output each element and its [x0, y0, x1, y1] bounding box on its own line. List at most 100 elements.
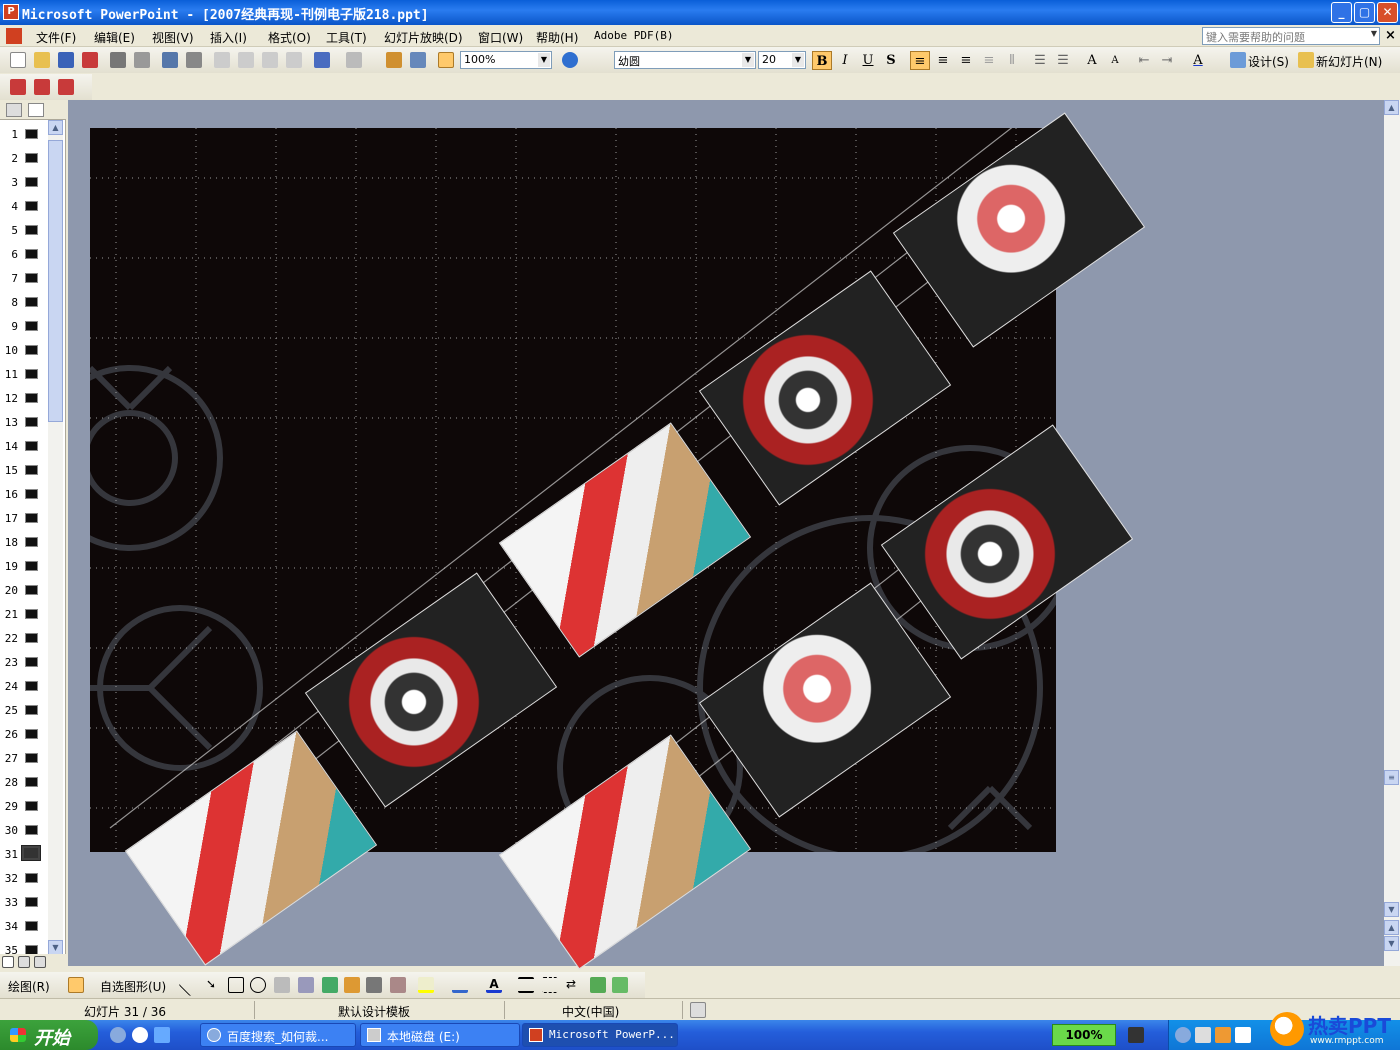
slide-thumbnail[interactable] — [25, 417, 38, 427]
font-color-icon[interactable]: A — [486, 977, 502, 993]
line-color-icon[interactable] — [452, 977, 468, 993]
save-icon[interactable] — [58, 52, 74, 68]
bullets-icon[interactable]: ☰ — [1053, 51, 1073, 70]
help-search-input[interactable]: 键入需要帮助的问题 ▼ — [1202, 27, 1380, 45]
distribute-icon[interactable]: ⦀ — [1002, 51, 1022, 70]
new-file-icon[interactable] — [10, 52, 26, 68]
open-folder-icon[interactable] — [34, 52, 50, 68]
zoom-select[interactable]: 100% ▼ — [460, 51, 552, 69]
draw-menu-button[interactable]: 绘图(R) — [8, 978, 50, 995]
taskbar-item-browser[interactable]: 百度搜索_如何裁... — [200, 1023, 356, 1047]
cut-icon[interactable] — [214, 52, 230, 68]
taskbar-item-powerpoint[interactable]: Microsoft PowerP... — [522, 1023, 678, 1047]
slide-thumbnail[interactable] — [25, 705, 38, 715]
help-icon[interactable] — [562, 52, 578, 68]
slide-thumbnail[interactable] — [21, 845, 41, 861]
slide-thumbnail[interactable] — [25, 393, 38, 403]
slide-thumbnail[interactable] — [25, 825, 38, 835]
document-close-button[interactable]: × — [1385, 28, 1396, 43]
slide-thumbnail[interactable] — [25, 513, 38, 523]
slide-thumbnail[interactable] — [25, 369, 38, 379]
line-icon[interactable] — [178, 973, 202, 997]
align-center-icon[interactable]: ≡ — [933, 51, 953, 70]
slide-thumbnail[interactable] — [25, 225, 38, 235]
taskbar-item-explorer[interactable]: 本地磁盘 (E:) — [360, 1023, 520, 1047]
arrow-icon[interactable]: ➘ — [206, 977, 222, 993]
slide-thumbnail[interactable] — [25, 897, 38, 907]
convert-pdf-review-icon[interactable] — [58, 79, 74, 95]
quicklaunch-browser-icon[interactable] — [132, 1027, 148, 1043]
next-slide-icon[interactable]: ▼ — [1384, 936, 1399, 951]
clip-art-icon[interactable] — [344, 977, 360, 993]
start-button[interactable]: 开始 — [0, 1020, 98, 1050]
menu-view[interactable]: 视图(V) — [152, 29, 194, 46]
restore-button[interactable]: ▢ — [1354, 2, 1375, 23]
quicklaunch-ie-icon[interactable] — [110, 1027, 126, 1043]
copy-icon[interactable] — [238, 52, 254, 68]
menu-tools[interactable]: 工具(T) — [326, 29, 367, 46]
tray-shield-icon[interactable] — [1235, 1027, 1251, 1043]
insert-table-icon[interactable] — [410, 52, 426, 68]
slide-thumbnail[interactable] — [25, 873, 38, 883]
menu-help[interactable]: 帮助(H) — [536, 29, 578, 46]
scroll-thumb[interactable] — [48, 140, 63, 422]
shadow-style-icon[interactable] — [590, 977, 606, 993]
slide-thumbnail[interactable] — [25, 153, 38, 163]
slide-thumbnail[interactable] — [25, 585, 38, 595]
slide-thumbnail[interactable] — [25, 633, 38, 643]
slideshow-icon[interactable] — [34, 956, 46, 968]
slide-thumbnail[interactable] — [25, 753, 38, 763]
slide-thumbnail[interactable] — [25, 201, 38, 211]
spelling-status-icon[interactable] — [690, 1002, 706, 1018]
print-preview-icon[interactable] — [134, 52, 150, 68]
previous-slide-icon[interactable]: ▲ — [1384, 920, 1399, 935]
power-plug-icon[interactable] — [1128, 1027, 1144, 1043]
slide-sorter-icon[interactable] — [18, 956, 30, 968]
slides-tab-icon[interactable] — [28, 103, 44, 117]
justify-icon[interactable]: ≡ — [979, 51, 999, 70]
3d-style-icon[interactable] — [612, 977, 628, 993]
slide-thumbnail[interactable] — [25, 297, 38, 307]
picture-icon[interactable] — [366, 977, 382, 993]
slide-thumbnail[interactable] — [25, 441, 38, 451]
shadow-button[interactable]: S — [881, 51, 901, 70]
slide-thumbnail[interactable] — [25, 249, 38, 259]
slide-thumbnail[interactable] — [25, 321, 38, 331]
normal-view-icon[interactable] — [2, 956, 14, 968]
menu-edit[interactable]: 编辑(E) — [94, 29, 135, 46]
slide-thumbnail[interactable] — [25, 537, 38, 547]
fill-color-icon[interactable] — [418, 977, 434, 993]
bold-button[interactable]: B — [812, 51, 832, 70]
powerpoint-app-icon[interactable]: P — [3, 4, 19, 20]
undo-icon[interactable] — [314, 52, 330, 68]
tray-network-icon[interactable] — [1175, 1027, 1191, 1043]
permission-icon[interactable] — [82, 52, 98, 68]
oval-icon[interactable] — [250, 977, 266, 993]
chevron-down-icon[interactable]: ▼ — [538, 53, 550, 67]
align-left-icon[interactable]: ≡ — [910, 51, 930, 70]
paste-icon[interactable] — [262, 52, 278, 68]
chevron-down-icon[interactable]: ▼ — [742, 53, 754, 67]
menu-insert[interactable]: 插入(I) — [210, 29, 247, 46]
scroll-up-icon[interactable]: ▲ — [1384, 100, 1399, 115]
align-right-icon[interactable]: ≡ — [956, 51, 976, 70]
line-style-icon[interactable] — [518, 977, 534, 993]
slide-thumbnail[interactable] — [25, 345, 38, 355]
tray-security-icon[interactable] — [1215, 1027, 1231, 1043]
scroll-up-icon[interactable]: ▲ — [48, 120, 63, 135]
chevron-down-icon[interactable]: ▼ — [792, 53, 804, 67]
slide-scrollbar[interactable]: ▲ ≡ ▼ ▲ ▼ — [1384, 100, 1400, 966]
quicklaunch-desktop-icon[interactable] — [154, 1027, 170, 1043]
decrease-font-icon[interactable]: A — [1105, 51, 1125, 70]
new-slide-button[interactable]: 新幻灯片(N) — [1316, 53, 1382, 70]
convert-pdf-email-icon[interactable] — [34, 79, 50, 95]
spelling-icon[interactable] — [162, 52, 178, 68]
chevron-down-icon[interactable]: ▼ — [1371, 29, 1377, 38]
menu-format[interactable]: 格式(O) — [268, 29, 311, 46]
font-size-select[interactable]: 20 ▼ — [758, 51, 806, 69]
arrow-style-icon[interactable]: ⇄ — [566, 977, 582, 993]
menu-window[interactable]: 窗口(W) — [478, 29, 523, 46]
tray-volume-icon[interactable] — [1195, 1027, 1211, 1043]
autoshapes-button[interactable]: 自选图形(U) — [100, 978, 166, 995]
slide-thumbnail[interactable] — [25, 921, 38, 931]
